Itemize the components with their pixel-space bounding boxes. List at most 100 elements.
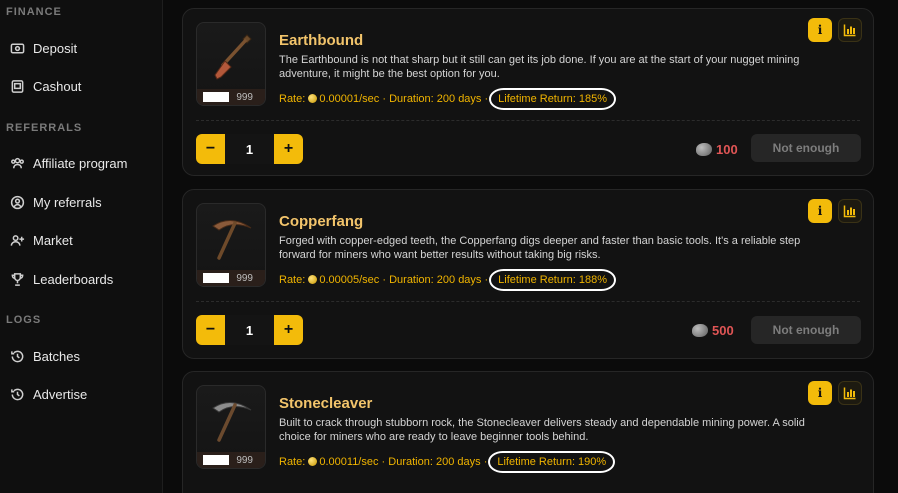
- tool-stats: Rate: 0.00005/sec · Duration: 200 days ·…: [279, 269, 617, 291]
- rate-value: 0.00005/sec: [319, 274, 380, 286]
- rate-label: Rate:: [279, 456, 306, 468]
- coin-icon: [308, 457, 318, 466]
- decrease-button[interactable]: −: [196, 315, 225, 345]
- stone-icon: [692, 324, 708, 337]
- tool-description: Built to crack through stubborn rock, th…: [279, 417, 805, 443]
- sidebar-item-advertise[interactable]: Advertise: [10, 383, 87, 405]
- price-value: 100: [716, 142, 738, 157]
- divider: [196, 120, 860, 121]
- stone-icon: [696, 143, 712, 156]
- tool-description: The Earthbound is not that sharp but it …: [279, 54, 800, 80]
- bar-chart-icon: [843, 387, 856, 400]
- increase-button[interactable]: +: [274, 315, 303, 345]
- separator: ·: [484, 274, 489, 286]
- sidebar-item-label: Cashout: [33, 78, 82, 94]
- users-icon: [11, 157, 24, 168]
- tool-card-earthbound: 999 Earthbound The Earthbound is not tha…: [182, 8, 874, 176]
- increase-button[interactable]: +: [274, 134, 303, 164]
- tool-card-copperfang: 999 Copperfang Forged with copper-edged …: [182, 189, 874, 359]
- tool-description: Forged with copper-edged teeth, the Copp…: [279, 235, 801, 261]
- tool-name: Earthbound: [279, 32, 364, 49]
- sidebar-item-label: My referrals: [33, 194, 102, 210]
- stats-button[interactable]: [838, 18, 862, 42]
- sidebar-item-label: Deposit: [33, 40, 78, 56]
- separator: ·: [382, 93, 387, 105]
- tool-name: Copperfang: [279, 213, 364, 230]
- duration: Duration: 200 days: [389, 93, 482, 105]
- shop-list: 999 Earthbound The Earthbound is not tha…: [164, 0, 898, 493]
- owned-count-value: 999: [236, 272, 253, 284]
- sidebar-item-batches[interactable]: Batches: [10, 345, 80, 367]
- rate-value: 0.00011/sec: [319, 456, 379, 468]
- sidebar-item-leaderboards[interactable]: Leaderboards: [10, 268, 113, 290]
- sidebar-item-affiliate-program[interactable]: Affiliate program: [10, 152, 127, 174]
- lifetime-return: Lifetime Return: 185%: [489, 88, 617, 110]
- cashout-icon: [11, 79, 24, 93]
- separator: ·: [382, 274, 387, 286]
- price: 100: [696, 142, 738, 157]
- redaction-mask: [203, 92, 229, 102]
- sidebar-item-label: Batches: [33, 348, 80, 364]
- rate-label: Rate:: [279, 93, 306, 105]
- sidebar-item-cashout[interactable]: Cashout: [10, 75, 81, 97]
- stats-button[interactable]: [838, 199, 862, 223]
- buy-button[interactable]: Not enough: [751, 134, 861, 162]
- price-value: 500: [712, 323, 734, 338]
- sidebar-item-label: Advertise: [33, 386, 88, 402]
- sidebar-item-market[interactable]: Market: [10, 229, 73, 251]
- info-button[interactable]: i: [808, 199, 832, 223]
- section-title-referrals: REFERRALS: [6, 122, 83, 134]
- coin-icon: [308, 275, 318, 284]
- duration: Duration: 200 days: [388, 456, 481, 468]
- separator: ·: [381, 456, 386, 468]
- duration: Duration: 200 days: [389, 274, 482, 286]
- tool-image: 999: [196, 385, 266, 469]
- bar-chart-icon: [843, 24, 856, 37]
- owned-count: 999: [197, 452, 265, 468]
- owned-count-value: 999: [236, 91, 253, 103]
- coin-icon: [308, 94, 318, 103]
- sidebar-item-label: Affiliate program: [33, 155, 128, 171]
- quantity-value[interactable]: 1: [225, 134, 274, 164]
- section-title-logs: LOGS: [6, 314, 42, 326]
- info-button[interactable]: i: [808, 381, 832, 405]
- tool-image: 999: [196, 203, 266, 287]
- separator: ·: [483, 456, 488, 468]
- info-button[interactable]: i: [808, 18, 832, 42]
- tool-card-stonecleaver: 999 Stonecleaver Built to crack through …: [182, 371, 874, 493]
- redaction-mask: [203, 273, 229, 283]
- pickaxe-icon: [212, 402, 252, 442]
- separator: ·: [484, 93, 489, 105]
- redaction-mask: [203, 455, 229, 465]
- lifetime-return: Lifetime Return: 190%: [488, 451, 616, 473]
- lifetime-return: Lifetime Return: 188%: [489, 269, 617, 291]
- pickaxe-icon: [212, 220, 252, 260]
- shovel-icon: [214, 34, 252, 80]
- quantity-stepper: − 1 +: [196, 315, 303, 345]
- quantity-stepper: − 1 +: [196, 134, 303, 164]
- price: 500: [692, 323, 734, 338]
- user-circle-icon: [10, 195, 25, 209]
- bar-chart-icon: [843, 205, 856, 218]
- trophy-icon: [11, 272, 24, 286]
- user-plus-icon: [10, 234, 25, 246]
- sidebar-item-deposit[interactable]: Deposit: [10, 37, 77, 59]
- decrease-button[interactable]: −: [196, 134, 225, 164]
- sidebar-item-label: Market: [33, 232, 73, 248]
- quantity-value[interactable]: 1: [225, 315, 274, 345]
- sidebar: FINANCE Deposit Cashout REFERRALS Affili…: [0, 0, 163, 493]
- rate-value: 0.00001/sec: [319, 93, 380, 105]
- deposit-icon: [10, 43, 25, 53]
- owned-count: 999: [197, 89, 265, 105]
- tool-image: 999: [196, 22, 266, 106]
- rate-label: Rate:: [279, 274, 306, 286]
- owned-count-value: 999: [236, 454, 253, 466]
- history-icon: [11, 388, 24, 400]
- sidebar-item-label: Leaderboards: [33, 271, 114, 287]
- sidebar-item-my-referrals[interactable]: My referrals: [10, 191, 102, 213]
- tool-stats: Rate: 0.00001/sec · Duration: 200 days ·…: [279, 88, 617, 110]
- tool-stats: Rate: 0.00011/sec · Duration: 200 days ·…: [279, 451, 616, 473]
- buy-button[interactable]: Not enough: [751, 316, 861, 344]
- section-title-finance: FINANCE: [6, 6, 62, 18]
- stats-button[interactable]: [838, 381, 862, 405]
